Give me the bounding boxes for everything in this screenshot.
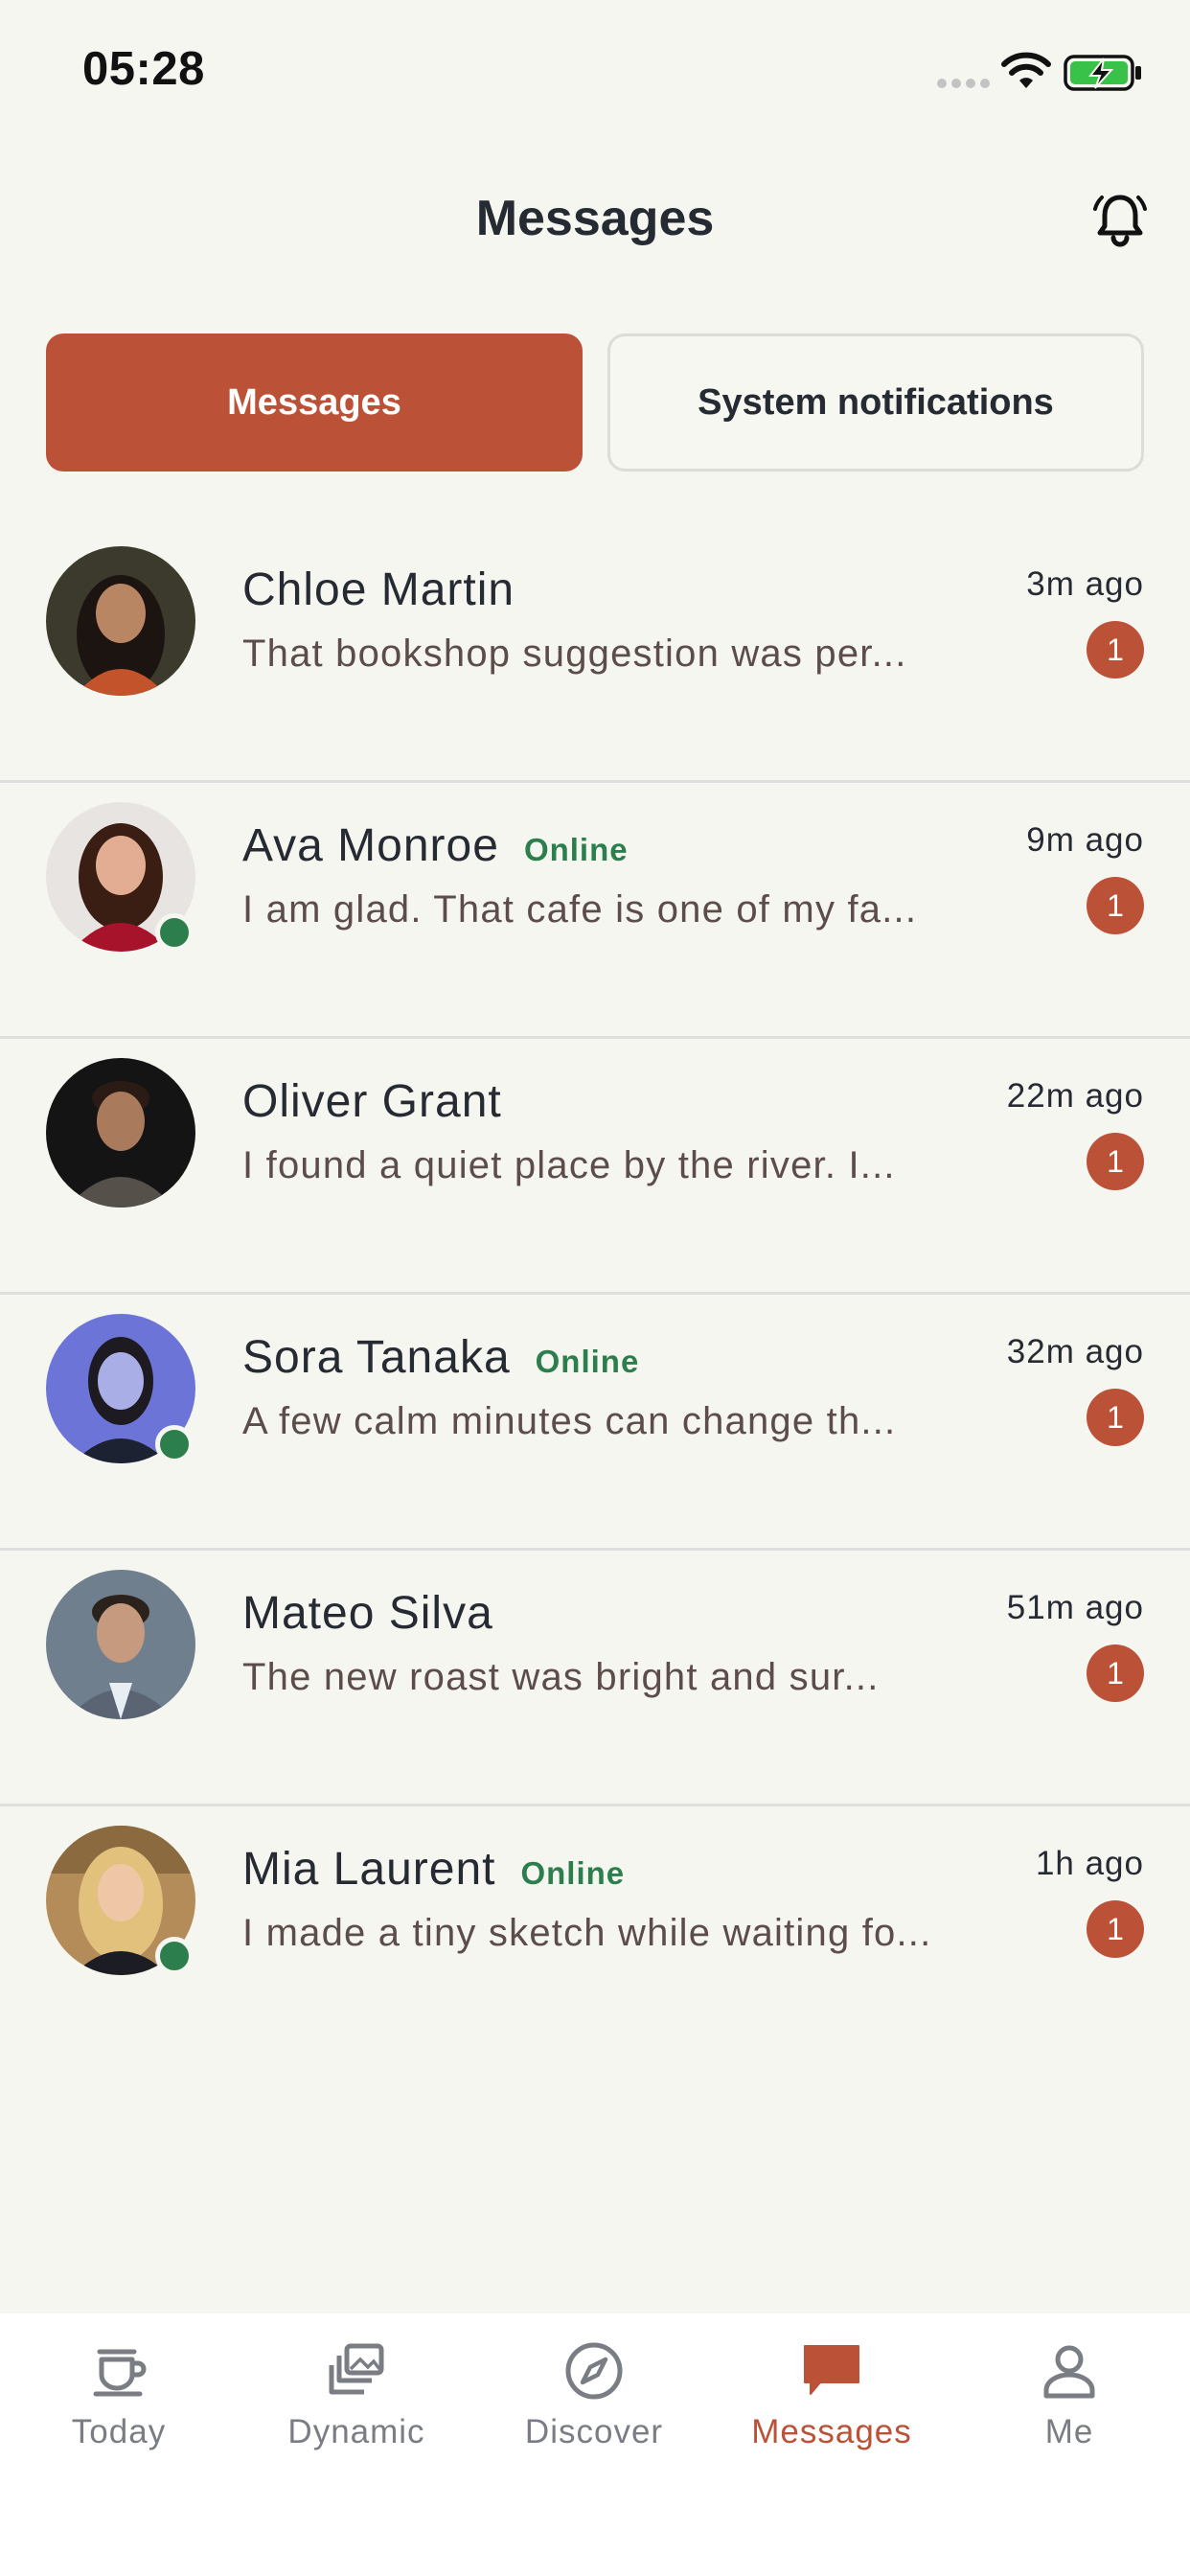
online-status-label: Online — [523, 832, 629, 867]
unread-badge: 1 — [1087, 621, 1144, 678]
compass-icon — [565, 2342, 623, 2400]
message-preview: A few calm minutes can change th... — [242, 1400, 897, 1442]
online-status-label: Online — [520, 1855, 626, 1891]
header: Messages — [0, 163, 1190, 278]
status-time: 05:28 — [82, 43, 205, 95]
contact-name: Mia Laurent — [242, 1844, 496, 1895]
contact-name: Oliver Grant — [242, 1076, 502, 1127]
tab-messages[interactable]: Messages — [46, 334, 583, 472]
avatar — [46, 1058, 195, 1208]
contact-name: Ava Monroe — [242, 820, 499, 871]
coffee-cup-icon — [93, 2349, 147, 2397]
message-time: 22m ago — [1006, 1077, 1144, 1115]
nav-item-dynamic[interactable]: Dynamic — [238, 2313, 475, 2505]
message-list: Chloe Martin That bookshop suggestion wa… — [0, 527, 1190, 2062]
message-time: 9m ago — [1026, 821, 1144, 859]
online-indicator — [155, 913, 194, 952]
nav-label-discover: Discover — [524, 2413, 664, 2450]
message-time: 1h ago — [1035, 1845, 1144, 1882]
message-preview: The new roast was bright and sur... — [242, 1656, 880, 1698]
status-bar: 05:28 — [0, 0, 1190, 144]
online-status-label: Online — [535, 1344, 640, 1379]
nav-label-messages: Messages — [751, 2413, 912, 2450]
conversation-row[interactable]: Mateo Silva The new roast was bright and… — [0, 1551, 1190, 1806]
conversation-row[interactable]: Oliver Grant I found a quiet place by th… — [0, 1039, 1190, 1295]
unread-badge: 1 — [1087, 1644, 1144, 1702]
unread-badge: 1 — [1087, 1900, 1144, 1958]
nav-item-messages[interactable]: Messages — [713, 2313, 950, 2505]
avatar — [46, 802, 195, 952]
chat-bubble-icon — [804, 2345, 859, 2395]
nav-label-me: Me — [1044, 2413, 1094, 2450]
contact-name: Mateo Silva — [242, 1588, 493, 1639]
notifications-button[interactable] — [1085, 184, 1156, 255]
message-preview: I made a tiny sketch while waiting fo... — [242, 1912, 932, 1954]
unread-badge: 1 — [1087, 877, 1144, 934]
message-preview: I found a quiet place by the river. I... — [242, 1144, 896, 1186]
segment-tabs: Messages System notifications — [46, 334, 1144, 472]
person-icon — [1043, 2345, 1095, 2399]
unread-badge: 1 — [1087, 1389, 1144, 1446]
conversation-row[interactable]: Sora Tanaka Online A few calm minutes can… — [0, 1295, 1190, 1551]
contact-name: Sora Tanaka — [242, 1332, 511, 1383]
nav-item-discover[interactable]: Discover — [475, 2313, 713, 2505]
app-screen: 05:28 Messages Messages System notificat… — [0, 0, 1190, 2576]
message-preview: That bookshop suggestion was per... — [242, 632, 907, 675]
message-preview: I am glad. That cafe is one of my fa... — [242, 888, 918, 931]
message-time: 51m ago — [1006, 1589, 1144, 1626]
bell-ringing-icon — [1093, 195, 1147, 247]
nav-item-me[interactable]: Me — [950, 2313, 1188, 2505]
nav-item-today[interactable]: Today — [0, 2313, 238, 2505]
tab-system-notifications[interactable]: System notifications — [607, 334, 1144, 472]
battery-charging-icon — [1064, 55, 1141, 91]
bottom-nav: Today Dynamic Discover Messages Me — [0, 2313, 1190, 2576]
page-title: Messages — [475, 191, 715, 246]
avatar — [46, 1570, 195, 1719]
avatar — [46, 1314, 195, 1463]
message-time: 32m ago — [1006, 1333, 1144, 1370]
unread-badge: 1 — [1087, 1133, 1144, 1190]
stacked-photos-icon — [329, 2343, 384, 2395]
contact-name: Chloe Martin — [242, 564, 515, 615]
conversation-row[interactable]: Chloe Martin That bookshop suggestion wa… — [0, 527, 1190, 783]
online-indicator — [155, 1937, 194, 1975]
nav-label-today: Today — [71, 2413, 167, 2450]
message-time: 3m ago — [1026, 565, 1144, 603]
conversation-row[interactable]: Ava Monroe Online I am glad. That cafe is… — [0, 783, 1190, 1039]
wifi-icon — [1001, 52, 1051, 88]
avatar — [46, 546, 195, 696]
nav-label-dynamic: Dynamic — [287, 2413, 425, 2450]
online-indicator — [155, 1425, 194, 1463]
avatar — [46, 1826, 195, 1975]
signal-dots-icon — [937, 79, 990, 88]
conversation-row[interactable]: Mia Laurent Online I made a tiny sketch w… — [0, 1806, 1190, 2062]
